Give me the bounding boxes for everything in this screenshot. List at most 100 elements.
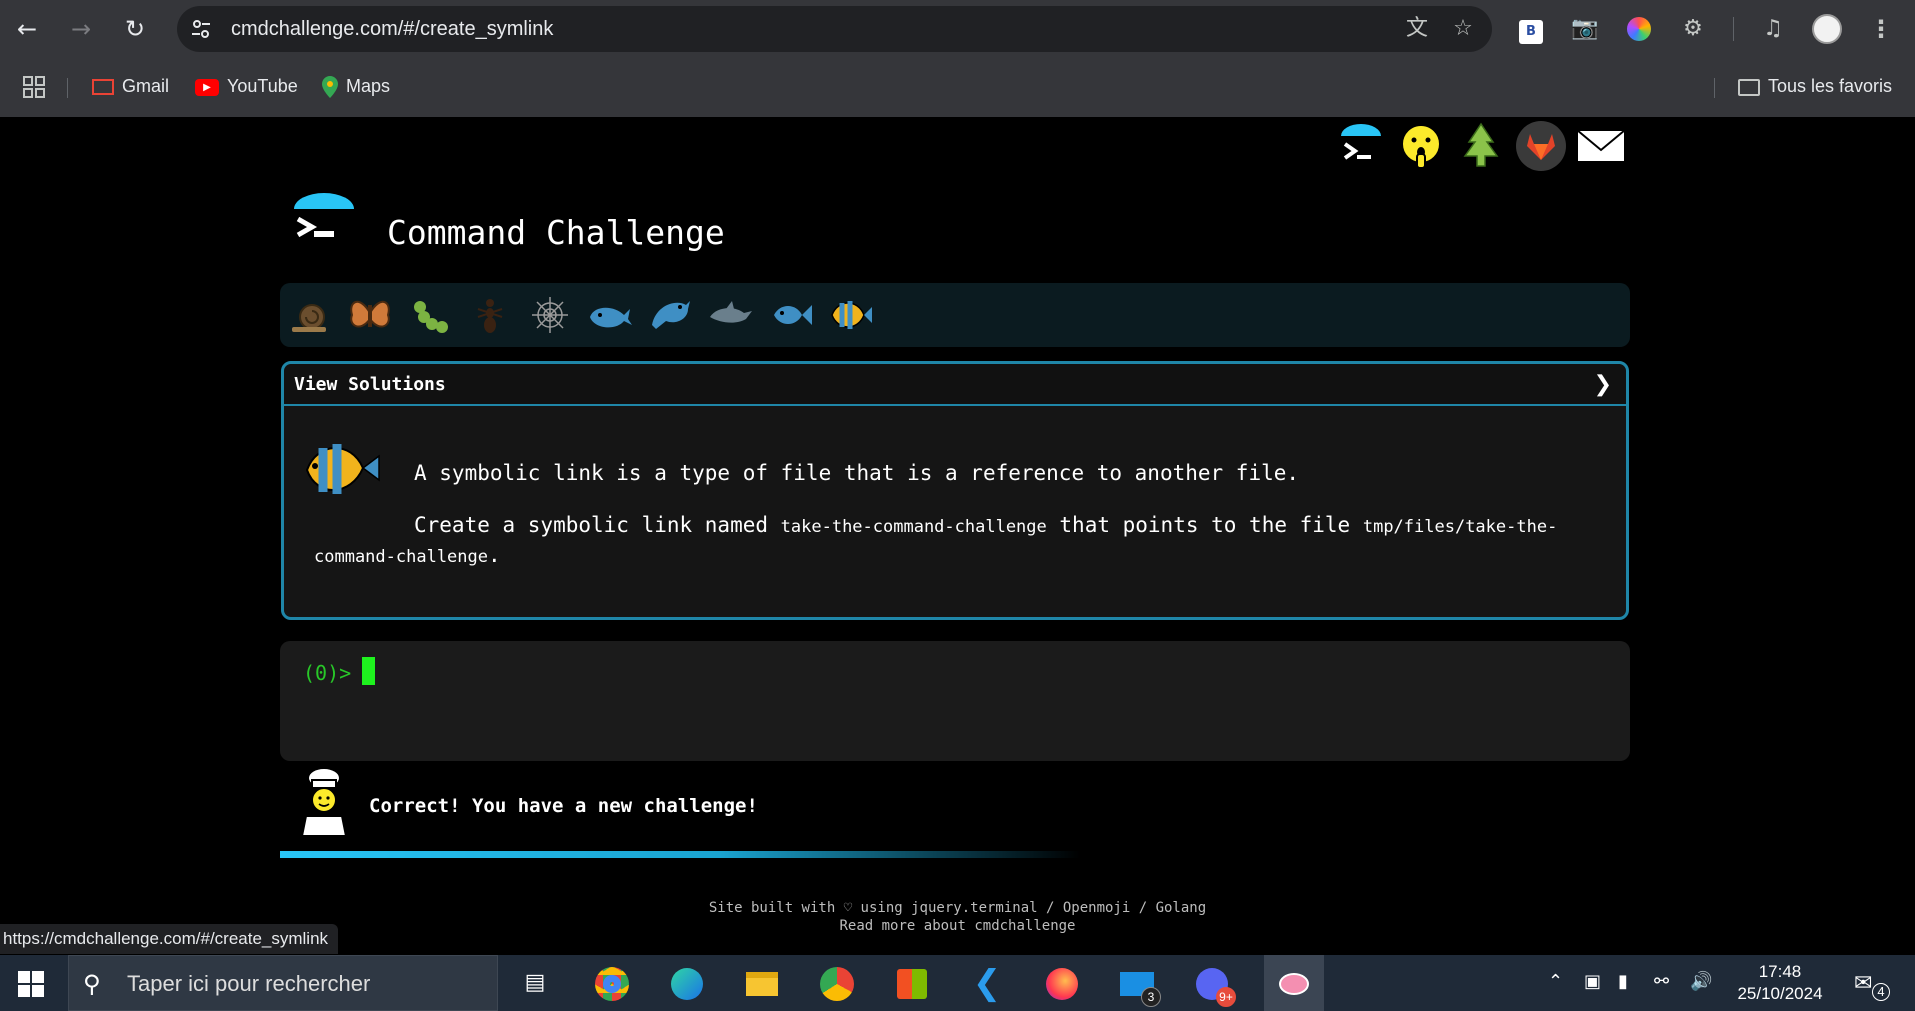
task-text: . [488,543,501,567]
all-bookmarks-folder[interactable]: Tous les favoris [1738,72,1892,100]
tray-overflow-icon[interactable]: ⌃ [1548,971,1563,992]
footer-credits: Site built with ♡ using jquery.terminal … [708,900,1207,916]
browser-toolbar: ← → ↻ cmdchallenge.com/#/create_symlink … [0,0,1915,58]
chef-icon [300,767,348,836]
terminal[interactable]: (0)> [280,641,1630,761]
page-title: Command Challenge [387,213,725,252]
toolbar-divider [1733,17,1734,41]
whale-icon[interactable] [586,291,634,339]
all-bookmarks-label: Tous les favoris [1768,76,1893,96]
terminal-prompt: (0)> [303,661,352,685]
challenge-panel: View Solutions ❯ A symbolic link is a ty… [281,361,1629,620]
maps-icon [322,76,338,99]
mail-app-icon[interactable]: 3 [1117,963,1161,1007]
clock-date: 25/10/2024 [1737,984,1823,1003]
translate-icon[interactable]: 文 [1405,17,1429,41]
caterpillar-icon[interactable] [406,291,454,339]
gitlab-icon[interactable] [1515,120,1567,172]
firefox-icon[interactable] [1042,963,1082,1003]
browser-chrome: ← → ↻ cmdchallenge.com/#/create_symlink … [0,0,1915,117]
dolphin-icon[interactable] [646,291,694,339]
level-bar [280,283,1630,347]
discord-badge: 9+ [1216,987,1236,1007]
bookmark-gmail[interactable]: Gmail [92,72,169,100]
folder-icon [1738,78,1760,96]
bookmark-maps[interactable]: Maps [322,72,390,100]
butterfly-icon[interactable] [346,291,394,339]
media-control-icon[interactable]: ♫ [1758,14,1788,44]
meet-now-icon[interactable]: ▣ [1584,971,1601,992]
volume-icon[interactable]: 🔊 [1690,971,1712,992]
search-icon: ⚲ [83,970,101,998]
microsoft-store-icon[interactable] [892,963,932,1003]
shushing-face-icon[interactable] [1395,120,1447,172]
windows-start-icon[interactable] [18,971,44,997]
status-bar-url: https://cmdchallenge.com/#/create_symlin… [0,924,339,954]
system-clock[interactable]: 17:48 25/10/2024 [1725,961,1835,1005]
chevron-right-icon: ❯ [1593,372,1612,397]
camera-extension-icon[interactable]: 📷 [1570,14,1600,44]
bookmarks-bar: Gmail ▶ YouTube Maps Tous les favoris [0,62,1915,110]
extension-b-icon[interactable]: B [1516,14,1546,44]
reload-button[interactable]: ↻ [118,12,152,46]
symlink-name-code: take-the-command-challenge [780,517,1047,537]
wifi-icon[interactable]: ⚯ [1654,971,1669,992]
mail-icon[interactable] [1575,120,1627,172]
task-text: Create a symbolic link named [414,513,781,537]
snail-icon[interactable] [286,291,334,339]
task-line: Create a symbolic link named take-the-co… [314,511,1594,571]
chrome-profile-icon[interactable] [592,963,632,1003]
apps-grid-icon[interactable] [22,72,46,100]
bookmarks-divider [1714,78,1715,98]
description-text: A symbolic link is a type of file that i… [414,461,1300,485]
bookmark-label: YouTube [227,76,298,96]
search-placeholder: Taper ici pour rechercher [127,971,371,996]
notification-center-icon[interactable]: ✉ 4 [1854,971,1890,1001]
address-bar[interactable]: cmdchallenge.com/#/create_symlink 文 ☆ [177,6,1492,52]
view-solutions-toggle[interactable]: View Solutions ❯ [284,364,1626,406]
back-button[interactable]: ← [10,12,44,46]
discord-icon[interactable]: 9+ [1192,963,1236,1007]
notification-count: 4 [1872,983,1890,1001]
bookmarks-divider [67,78,68,98]
bookmark-label: Maps [346,76,391,96]
dolphin-grey-icon[interactable] [706,291,754,339]
tree-icon[interactable] [1455,120,1507,172]
taskbar-search[interactable]: ⚲ Taper ici pour rechercher [68,955,498,1011]
ant-icon[interactable] [466,291,514,339]
site-settings-icon[interactable] [189,17,213,41]
battery-icon[interactable]: ▮ [1618,971,1628,992]
edge-icon[interactable] [667,963,707,1003]
site-logo [294,193,354,238]
gmail-icon [92,79,114,96]
spider-web-icon[interactable] [526,291,574,339]
vscode-icon[interactable]: ❮ [967,963,1007,1003]
file-explorer-icon[interactable] [742,963,782,1003]
view-solutions-label: View Solutions [294,374,446,395]
fish-icon[interactable] [766,291,814,339]
clock-time: 17:48 [1758,962,1802,981]
profile-avatar[interactable] [1812,14,1842,44]
feedback-message: Correct! You have a new challenge! [369,795,758,817]
challenge-description: A symbolic link is a type of file that i… [314,459,1594,595]
page-content: Command Challenge View Solutions ❯ A sym… [0,117,1915,957]
bookmark-youtube[interactable]: ▶ YouTube [195,72,298,100]
colorful-extension-icon[interactable] [1624,14,1654,44]
tropical-fish-icon[interactable] [826,291,874,339]
progress-bar [280,851,1080,858]
bookmark-label: Gmail [122,76,170,96]
cmdchallenge-logo-icon[interactable] [1335,120,1387,172]
mail-badge: 3 [1141,987,1161,1007]
snipping-tool-active[interactable] [1264,955,1324,1011]
description-line: A symbolic link is a type of file that i… [314,459,1594,487]
top-links [1335,117,1635,177]
snipping-tool-icon [1274,963,1314,1003]
extensions-puzzle-icon[interactable]: ⚙ [1678,14,1708,44]
browser-menu-icon[interactable]: ⋮ [1866,14,1896,44]
url-text[interactable]: cmdchallenge.com/#/create_symlink [231,6,553,52]
bookmark-star-icon[interactable]: ☆ [1451,17,1475,41]
task-text: that points to the file [1046,513,1363,537]
chrome-icon[interactable] [817,963,857,1003]
forward-button[interactable]: → [64,12,98,46]
task-view-icon[interactable]: ▤ [515,963,555,1003]
